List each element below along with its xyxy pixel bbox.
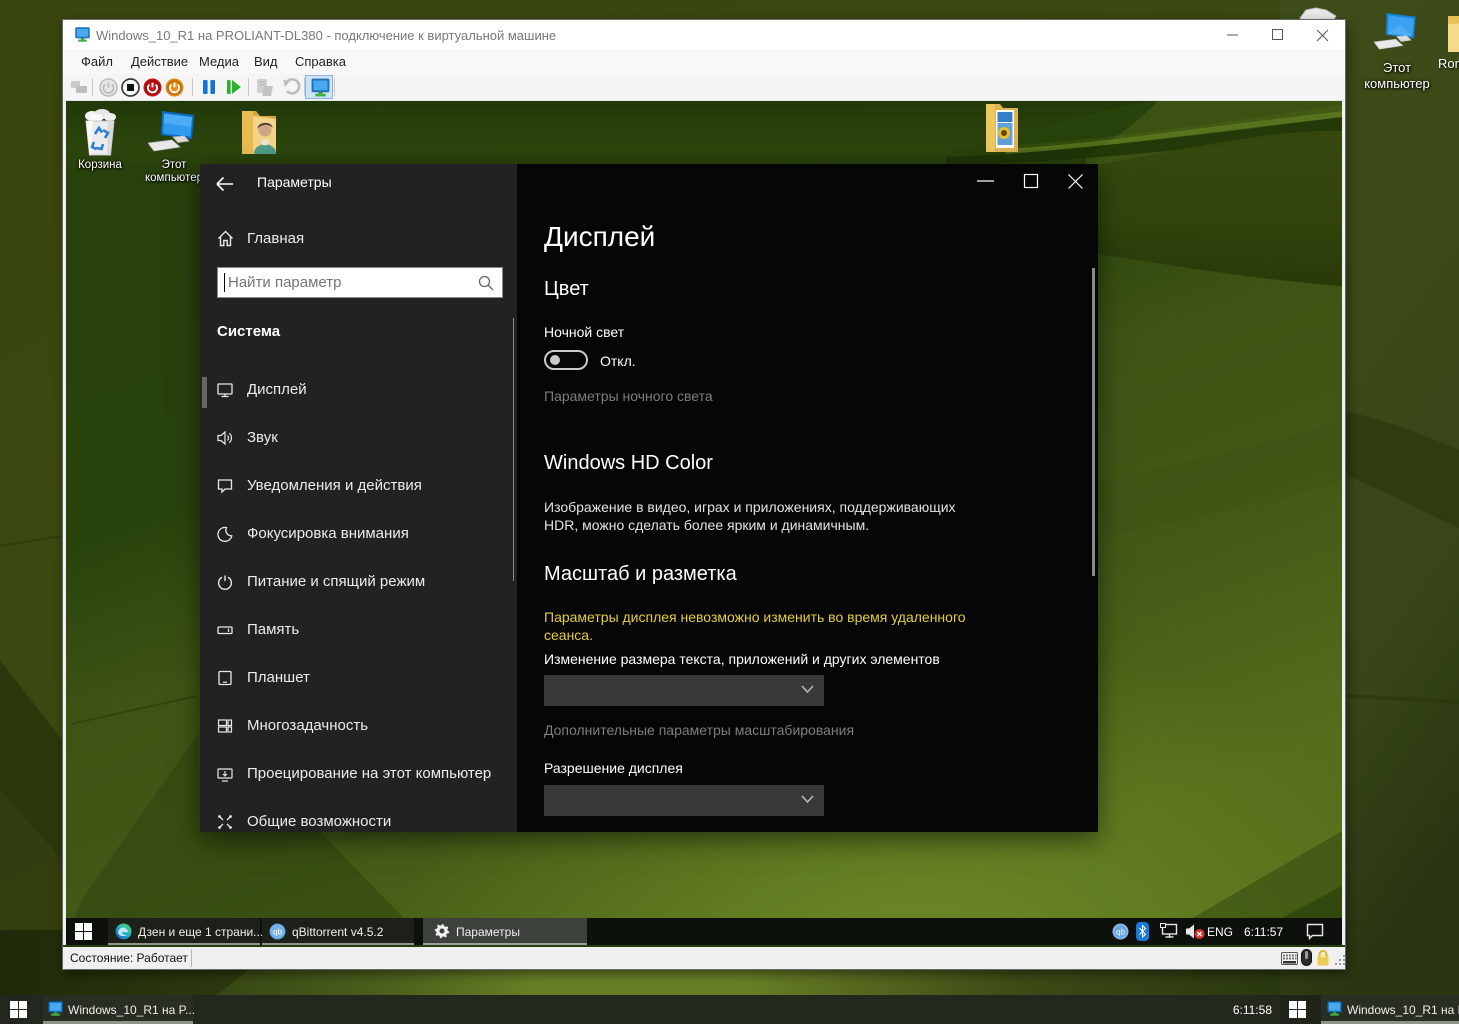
- svg-text:qb: qb: [273, 928, 282, 937]
- svg-text:qb: qb: [1116, 928, 1125, 937]
